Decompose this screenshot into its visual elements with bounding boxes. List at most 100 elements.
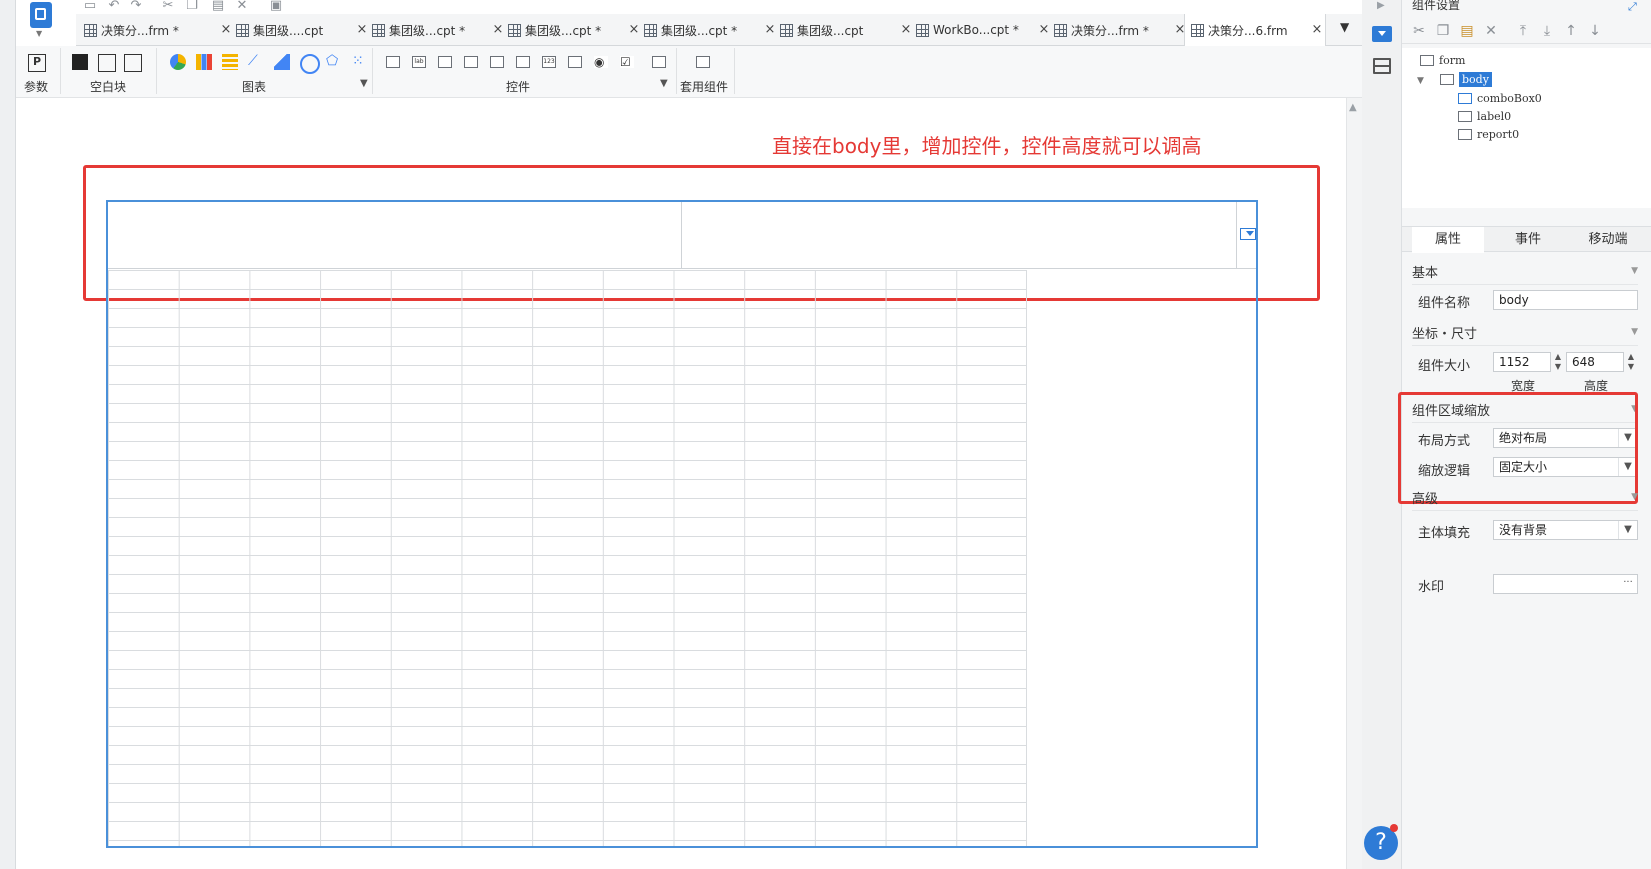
tree-node-form[interactable]: form [1420, 51, 1465, 69]
tab-events[interactable]: 事件 [1492, 227, 1564, 253]
grid-file-icon [916, 23, 929, 37]
delete-icon[interactable]: ✕ [232, 0, 252, 14]
close-icon[interactable]: × [1309, 22, 1325, 37]
undo-icon[interactable]: ↶ [104, 0, 124, 14]
height-stepper[interactable]: ▲ ▼ [1625, 352, 1637, 372]
more-icon[interactable]: ··· [1619, 575, 1637, 593]
horizontal-bar-icon[interactable] [222, 54, 238, 70]
blank-block-icon[interactable] [72, 54, 88, 70]
tab-doc-9-active[interactable]: 决策分...6.frm × [1184, 14, 1326, 47]
section-coords[interactable]: 坐标・尺寸 ▼ [1412, 323, 1638, 346]
delete-icon[interactable]: ✕ [1482, 22, 1500, 40]
tab-doc-8[interactable]: 决策分...frm * × [1048, 14, 1188, 46]
cut-icon[interactable]: ✂ [158, 0, 178, 14]
paste-icon[interactable]: ▤ [208, 0, 228, 14]
cut-icon[interactable]: ✂ [1410, 22, 1428, 40]
tab-properties[interactable]: 属性 [1412, 227, 1484, 253]
tree-node-combobox[interactable]: comboBox0 [1458, 89, 1542, 107]
tab-doc-3[interactable]: 集团级...cpt * × [366, 14, 506, 46]
layout-icon[interactable] [1373, 58, 1391, 74]
section-basic[interactable]: 基本 ▼ [1412, 262, 1638, 285]
tab-doc-7[interactable]: WorkBo...cpt * × [910, 14, 1052, 46]
gauge-chart-icon[interactable] [300, 54, 320, 74]
bar-chart-icon[interactable] [196, 54, 212, 70]
tab-label: 集团级...cpt * [389, 23, 466, 38]
body-fill-label: 主体填充 [1418, 526, 1471, 541]
move-down-icon[interactable]: ↓ [1586, 22, 1604, 40]
split-block-icon[interactable] [98, 54, 116, 72]
body-fill-select[interactable]: 没有背景 ▼ [1493, 520, 1638, 540]
list-control-icon[interactable] [568, 56, 582, 68]
ribbon-divider [372, 48, 373, 94]
radar-chart-icon[interactable]: ⬠ [326, 54, 342, 70]
parameter-icon[interactable]: P [28, 54, 46, 72]
component-name-label: 组件名称 [1418, 296, 1471, 311]
number-control-icon[interactable]: 123 [542, 56, 556, 68]
label-control-icon[interactable]: lab [412, 56, 426, 68]
combobox-widget-icon[interactable] [1240, 228, 1256, 240]
chevron-down-icon[interactable]: ▼ [360, 78, 368, 89]
chevron-up-icon[interactable]: ▲ [1349, 102, 1357, 113]
ribbon-divider [156, 48, 157, 94]
watermark-input[interactable]: ··· [1493, 574, 1638, 594]
chart-group-label: 图表 [242, 80, 267, 94]
paste-icon[interactable]: ▤ [1458, 22, 1476, 40]
tab-block-icon[interactable] [124, 54, 142, 72]
radio-control-icon[interactable]: ◉ [594, 56, 608, 68]
template-component-icon[interactable] [696, 56, 710, 68]
save-icon[interactable]: ▭ [80, 0, 100, 14]
tree-node-report[interactable]: report0 [1458, 125, 1519, 143]
move-up-icon[interactable]: ↑ [1562, 22, 1580, 40]
left-edge-strip [0, 0, 16, 869]
tab-doc-1[interactable]: 决策分...frm * × [78, 14, 234, 46]
area-chart-icon[interactable] [274, 54, 290, 70]
tab-doc-4[interactable]: 集团级...cpt * × [502, 14, 642, 46]
property-tabs: 属性 事件 移动端 [1402, 226, 1651, 253]
chevron-down-icon[interactable]: ▼ [660, 78, 668, 89]
textarea-control-icon[interactable] [490, 56, 504, 68]
dropdown-control-icon[interactable] [464, 56, 478, 68]
component-name-input[interactable]: body [1493, 290, 1638, 310]
move-top-icon[interactable]: ⤒ [1514, 22, 1532, 40]
parameter-pane[interactable] [108, 202, 1256, 269]
copy-icon[interactable]: ❐ [182, 0, 202, 14]
collapse-arrow-icon[interactable]: ▶ [1377, 0, 1387, 11]
line-chart-icon[interactable]: ⟋ [248, 54, 264, 70]
tree-node-body[interactable]: body [1440, 70, 1492, 88]
ribbon-toolbar: P 参数 空白块 ⟋ ⬠ ⁙ 图表 ▼ lab 123 ◉ ☑ 控件 ▼ 套用组… [16, 46, 1374, 98]
tab-doc-5[interactable]: 集团级...cpt * × [638, 14, 778, 46]
scatter-chart-icon[interactable]: ⁙ [352, 54, 368, 70]
copy-icon[interactable]: ❐ [1434, 22, 1452, 40]
pin-icon[interactable]: ⤢ [1628, 0, 1642, 13]
panel-toolbar: ✂ ❐ ▤ ✕ ⤒ ⤓ ↑ ↓ [1402, 20, 1651, 44]
width-input[interactable]: 1152 [1493, 352, 1551, 372]
height-input[interactable]: 648 [1566, 352, 1624, 372]
tree-node-label[interactable]: label0 [1458, 107, 1511, 125]
tab-doc-6[interactable]: 集团级...cpt × [774, 14, 914, 46]
chevron-down-icon[interactable]: ▼ [1417, 76, 1424, 86]
pie-chart-icon[interactable] [170, 54, 186, 70]
widget-settings-icon[interactable] [1372, 26, 1392, 42]
checkbox-control-icon[interactable]: ☑ [620, 56, 634, 68]
tab-label: WorkBo...cpt * [933, 23, 1019, 37]
textbox-control-icon[interactable] [386, 56, 400, 68]
tab-doc-2[interactable]: 集团级....cpt × [230, 14, 370, 46]
section-advanced[interactable]: 高级 ▼ [1412, 488, 1638, 511]
date-control-icon[interactable] [516, 56, 530, 68]
button-control-icon[interactable] [438, 56, 452, 68]
tab-label: 决策分...6.frm [1208, 24, 1288, 38]
width-stepper[interactable]: ▲ ▼ [1552, 352, 1564, 372]
search-control-icon[interactable] [652, 56, 666, 68]
tab-mobile[interactable]: 移动端 [1572, 227, 1644, 253]
redo-icon[interactable]: ↷ [126, 0, 146, 14]
form-file-icon [1191, 24, 1204, 37]
report-icon [1458, 128, 1472, 140]
body-icon [1440, 73, 1454, 85]
report-grid[interactable] [108, 270, 1027, 846]
grid-file-icon [780, 23, 793, 37]
move-bottom-icon[interactable]: ⤓ [1538, 22, 1556, 40]
tab-overflow-icon[interactable]: ▼ [1340, 20, 1358, 38]
app-logo-icon[interactable]: ▼ [20, 0, 64, 40]
preview-icon[interactable]: ▣ [266, 0, 286, 14]
canvas-vertical-scrollbar[interactable]: ▲ [1346, 98, 1362, 869]
